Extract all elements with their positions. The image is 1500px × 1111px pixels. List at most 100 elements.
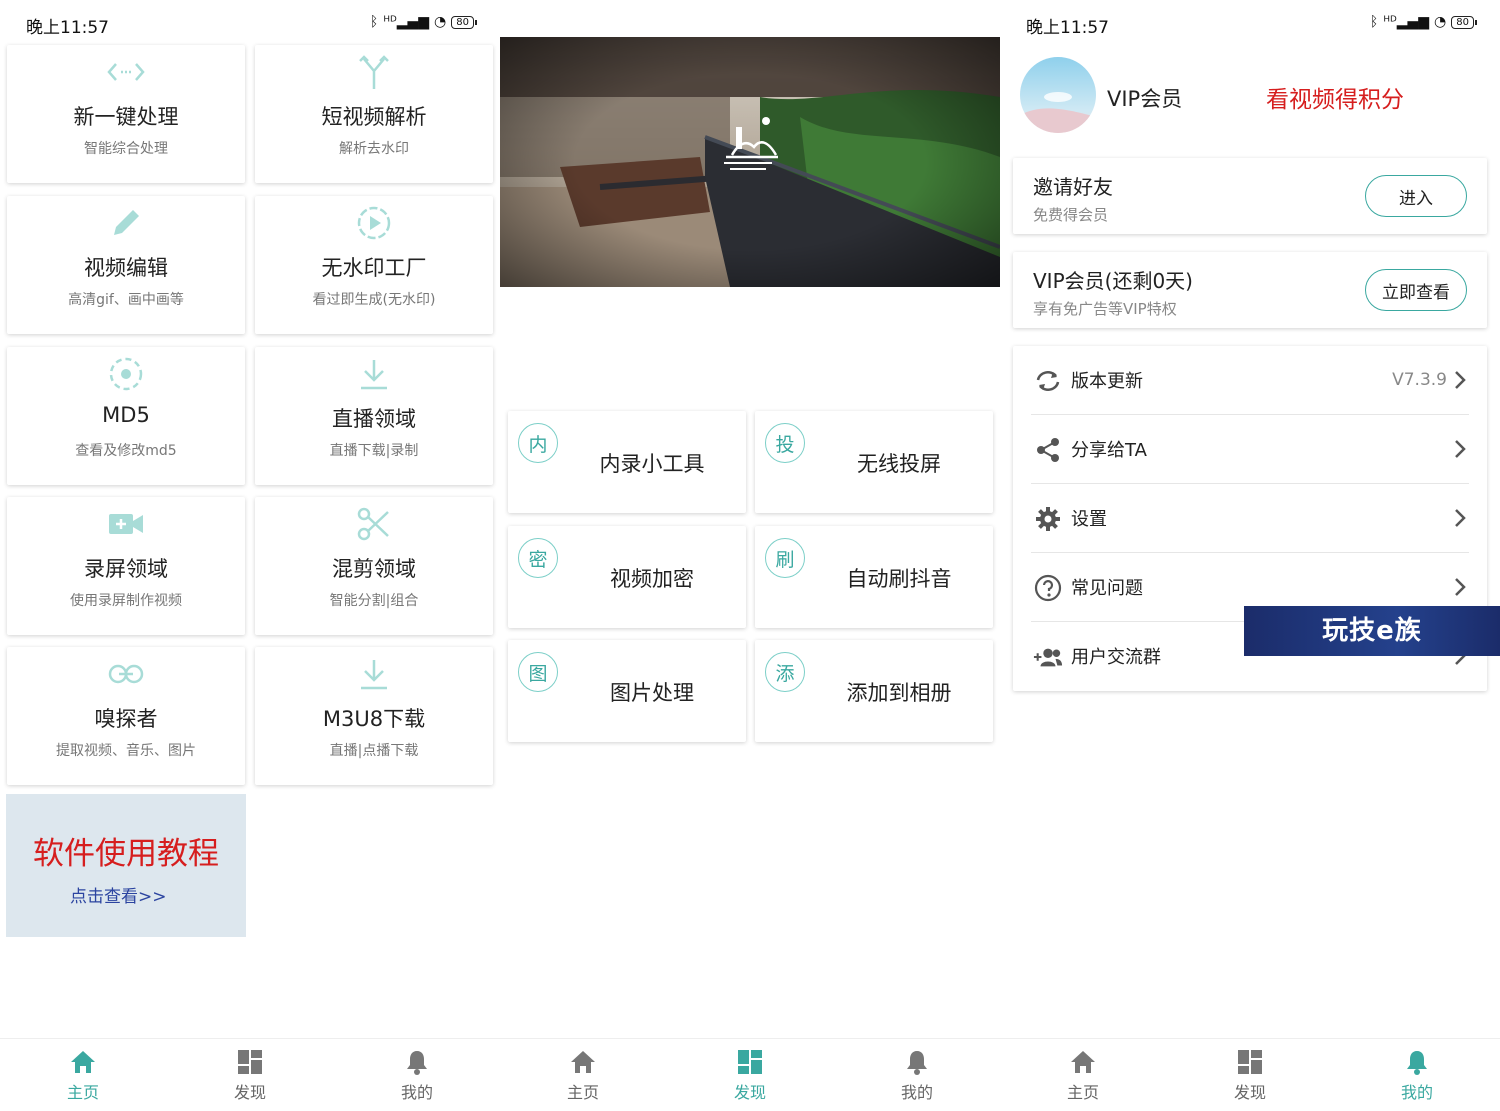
tile-sniffer[interactable]: 嗅探者 提取视频、音乐、图片 [7,647,245,785]
tile-subtitle: 查看及修改md5 [75,443,177,459]
tile-no-watermark-factory[interactable]: 无水印工厂 看过即生成(无水印) [255,196,493,334]
tile-title: 直播领域 [332,407,416,431]
tile-title: 短视频解析 [321,105,427,129]
nav-mine[interactable]: 我的 [1377,1049,1457,1103]
dotted-circle-icon [7,355,245,393]
tile-title: 嗅探者 [94,707,158,731]
nav-discover[interactable]: 发现 [1210,1049,1290,1103]
question-icon [1033,573,1063,603]
nav-home[interactable]: 主页 [543,1049,623,1103]
view-now-button[interactable]: 立即查看 [1365,269,1467,311]
tool-wireless-cast[interactable]: 投 无线投屏 [755,411,993,513]
tool-auto-douyin[interactable]: 刷 自动刷抖音 [755,526,993,628]
tool-internal-record[interactable]: 内 内录小工具 [508,411,746,513]
tile-subtitle: 直播下载|录制 [329,443,419,459]
vip-card: VIP会员(还剩0天) 享有免广告等VIP特权 立即查看 [1013,252,1487,328]
settings-row-version-update[interactable]: 版本更新 V7.3.9 [1031,346,1469,415]
code-arrows-icon [7,53,245,91]
tool-label: 图片处理 [610,681,694,705]
tile-subtitle: 智能综合处理 [84,141,168,157]
nav-label: 发现 [233,1083,266,1102]
status-bar: 晚上11:57 ᛒ ᴴᴰ▂▄▆ ◔ 80 [1000,0,1500,46]
nav-discover[interactable]: 发现 [710,1049,790,1103]
banner-image[interactable] [500,37,1000,287]
gear-icon [1033,504,1063,534]
download-icon [255,655,493,693]
nav-home[interactable]: 主页 [43,1049,123,1103]
tool-label: 视频加密 [610,567,694,591]
tile-subtitle: 解析去水印 [339,141,409,157]
download-icon [255,355,493,393]
tile-title: MD5 [102,403,150,427]
home-screen: 晚上11:57 ᛒ ᴴᴰ▂▄▆ ◔ 80 新一键处理 智能综合处理 短视频解析 … [0,0,500,1111]
tool-image-process[interactable]: 图 图片处理 [508,640,746,742]
tile-md5[interactable]: MD5 查看及修改md5 [7,347,245,485]
tile-subtitle: 使用录屏制作视频 [70,593,182,609]
invite-subtitle: 免费得会员 [1033,206,1109,224]
tile-subtitle: 提取视频、音乐、图片 [56,743,196,759]
refresh-icon [1033,366,1063,396]
bell-icon [907,1051,927,1075]
scissors-icon [255,505,493,543]
tile-one-click-process[interactable]: 新一键处理 智能综合处理 [7,45,245,183]
tile-title: 新一键处理 [73,105,179,129]
battery-icon: 80 [451,15,477,29]
home-icon [1071,1051,1095,1073]
tool-label: 自动刷抖音 [846,567,952,591]
wifi-icon: ◔ [1434,14,1447,30]
chevron-right-icon [1455,509,1466,527]
tool-badge: 内 [518,423,558,463]
tile-remix[interactable]: 混剪领域 智能分割|组合 [255,497,493,635]
nav-discover[interactable]: 发现 [210,1049,290,1103]
nav-label: 主页 [1066,1083,1099,1102]
bell-icon [1407,1051,1427,1075]
settings-row-settings[interactable]: 设置 [1031,484,1469,553]
tile-subtitle: 智能分割|组合 [329,593,419,609]
tile-video-edit[interactable]: 视频编辑 高清gif、画中画等 [7,196,245,334]
tile-live-stream[interactable]: 直播领域 直播下载|录制 [255,347,493,485]
watch-video-points-link[interactable]: 看视频得积分 [1266,80,1404,114]
tile-video-parse[interactable]: 短视频解析 解析去水印 [255,45,493,183]
invite-title: 邀请好友 [1033,175,1113,199]
tutorial-banner[interactable]: 软件使用教程 点击查看>> [6,794,246,937]
settings-label: 用户交流群 [1071,647,1161,668]
home-icon [71,1051,95,1073]
avatar[interactable] [1020,57,1096,133]
settings-label: 分享给TA [1071,440,1147,461]
nav-label: 发现 [733,1083,766,1102]
bluetooth-icon: ᛒ [1369,14,1379,30]
tool-badge: 刷 [765,538,805,578]
home-icon [571,1051,595,1073]
bottom-nav: 主页 发现 我的 [500,1038,1000,1111]
battery-icon: 80 [1451,15,1477,29]
tile-m3u8-download[interactable]: M3U8下载 直播|点播下载 [255,647,493,785]
vip-label: VIP会员 [1107,87,1183,111]
tile-title: 无水印工厂 [321,256,427,280]
tool-video-encrypt[interactable]: 密 视频加密 [508,526,746,628]
enter-button[interactable]: 进入 [1365,175,1467,217]
tile-subtitle: 高清gif、画中画等 [68,292,184,308]
tool-label: 内录小工具 [599,452,705,476]
mine-screen: 晚上11:57 ᛒ ᴴᴰ▂▄▆ ◔ 80 VIP会员 看视频得积分 邀请好友 免… [1000,0,1500,1111]
dashboard-icon [1238,1050,1262,1074]
version-value: V7.3.9 [1392,370,1447,390]
nav-label: 发现 [1233,1083,1266,1102]
nav-mine[interactable]: 我的 [877,1049,957,1103]
tool-badge: 投 [765,423,805,463]
nav-home[interactable]: 主页 [1043,1049,1123,1103]
settings-row-share[interactable]: 分享给TA [1031,415,1469,484]
tile-subtitle: 直播|点播下载 [329,743,419,759]
tutorial-link[interactable]: 点击查看>> [70,882,167,907]
tool-add-to-album[interactable]: 添 添加到相册 [755,640,993,742]
wifi-icon: ◔ [434,14,447,30]
bottom-nav: 主页 发现 我的 [0,1038,500,1111]
nav-label: 主页 [566,1083,599,1102]
nav-mine[interactable]: 我的 [377,1049,457,1103]
dashboard-icon [238,1050,262,1074]
chevron-right-icon [1455,578,1466,596]
bell-icon [407,1051,427,1075]
tile-title: 混剪领域 [332,557,416,581]
tile-screen-record[interactable]: 录屏领域 使用录屏制作视频 [7,497,245,635]
video-plus-icon [7,505,245,543]
settings-label: 常见问题 [1071,578,1143,599]
